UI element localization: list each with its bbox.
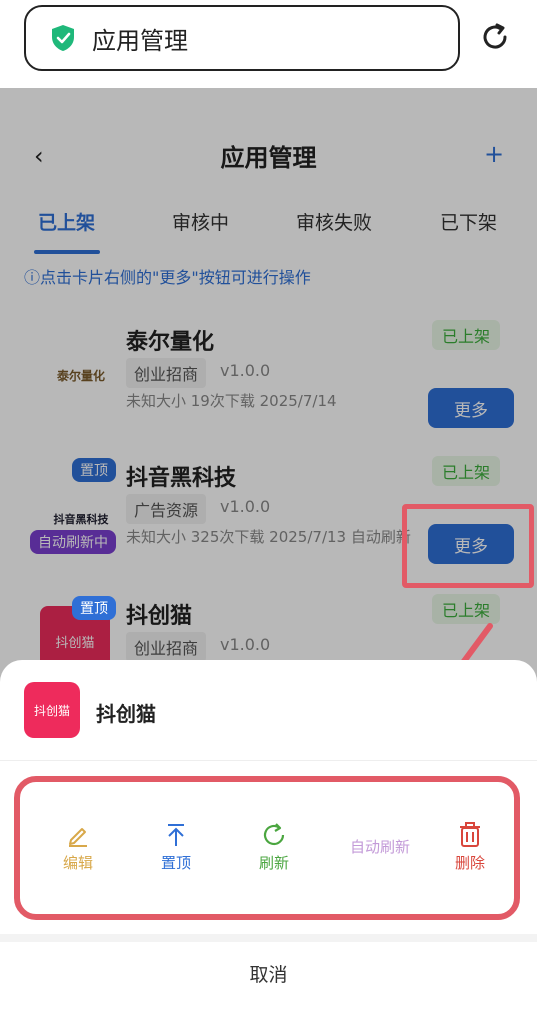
address-bar[interactable]: 应用管理	[24, 5, 460, 71]
pin-to-top-icon	[168, 824, 184, 846]
auto-refresh-label: 自动刷新	[349, 838, 410, 856]
sheet-app-icon: 抖创猫	[24, 682, 80, 738]
refresh-button[interactable]: 刷新	[234, 822, 314, 873]
cancel-button[interactable]: 取消	[0, 942, 537, 1004]
delete-label: 删除	[454, 854, 485, 872]
edit-label: 编辑	[62, 854, 93, 872]
trash-icon	[460, 822, 480, 847]
pinned-badge: 置顶	[72, 596, 116, 620]
address-text: 应用管理	[92, 26, 188, 55]
actions-highlight-box: 编辑 置顶 刷新 自动刷新 删除	[14, 776, 520, 920]
home-indicator-area	[0, 1004, 537, 1024]
refresh-label: 刷新	[258, 854, 289, 872]
shield-check-icon	[52, 25, 74, 51]
divider	[0, 760, 537, 761]
reload-icon[interactable]	[478, 20, 512, 54]
highlight-box	[402, 504, 534, 588]
browser-top-bar: 应用管理	[0, 0, 537, 88]
pin-top-button[interactable]: 置顶	[136, 822, 216, 873]
divider	[0, 934, 537, 942]
sheet-app-name: 抖创猫	[96, 702, 156, 726]
pin-top-label: 置顶	[160, 854, 191, 872]
auto-refresh-button[interactable]: 自动刷新	[332, 836, 428, 857]
action-sheet: 抖创猫 抖创猫 编辑 置顶 刷新 自动刷新 删除 取消	[0, 660, 537, 1024]
delete-button[interactable]: 删除	[430, 822, 510, 873]
refresh-icon	[263, 823, 285, 846]
edit-button[interactable]: 编辑	[38, 822, 118, 873]
pencil-icon	[69, 828, 87, 847]
